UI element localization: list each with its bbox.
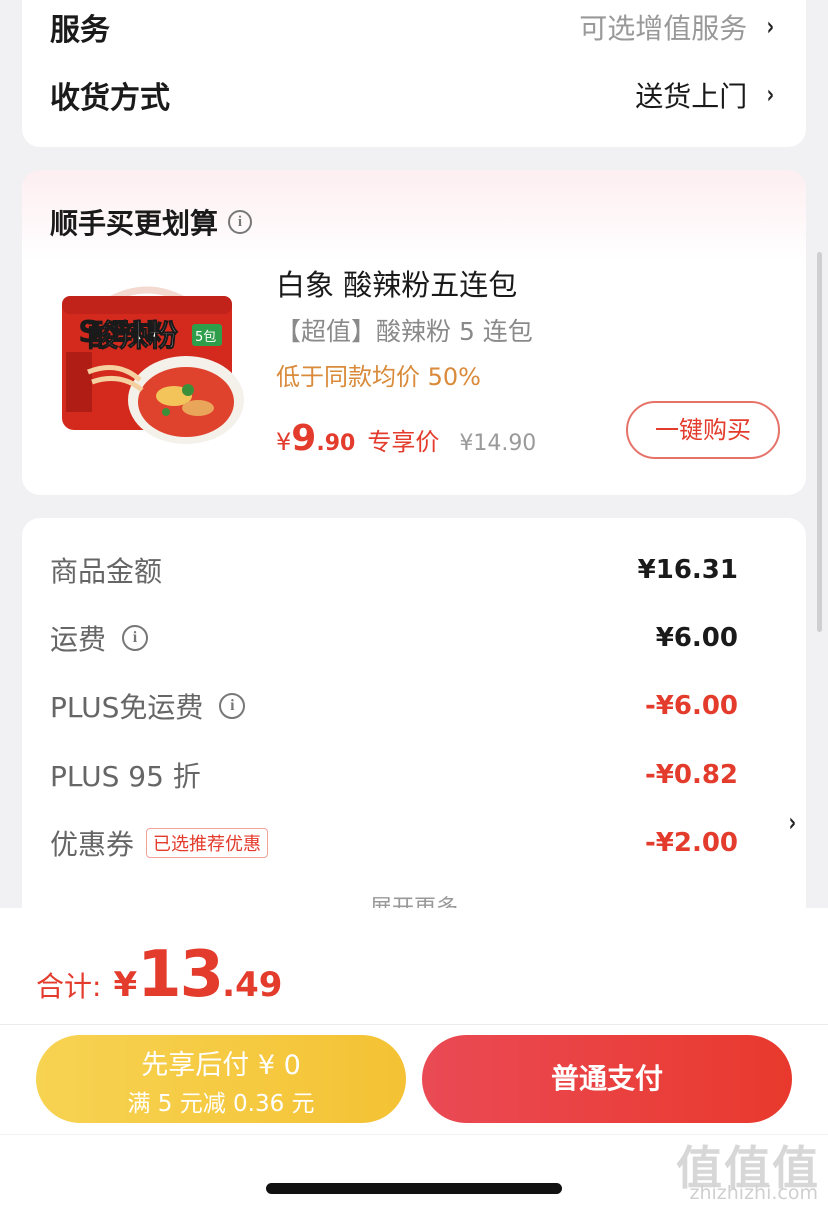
plus-free-shipping-value: -¥6.00 [644,691,738,721]
info-icon[interactable]: i [219,693,246,719]
service-row[interactable]: 服务 可选增值服务 › [50,2,776,52]
addon-title-text: 顺手买更划算 [50,207,219,240]
plus-free-shipping-row: PLUS免运费 i -¥6.00 [50,684,738,728]
shipping-fee-label-text: 运费 [50,623,107,656]
delivery-method-value-text: 送货上门 [635,80,748,113]
watermark-url: zhizhizhi.com [689,1182,818,1204]
price-currency: ¥ [276,428,292,456]
exclusive-price-tag: 专享价 [367,428,440,456]
shipping-fee-value: ¥6.00 [655,623,738,653]
service-label: 服务 [50,13,110,48]
checkout-bar: 合计: ¥ 13 .49 先享后付 ¥ 0 满 5 元减 0.36 元 普通支付… [0,908,828,1213]
price-integer: 9 [291,418,317,459]
coupon-row[interactable]: 优惠券 已选推荐优惠 -¥2.00 [50,821,738,865]
product-promo: 低于同款均价 50% [276,363,481,391]
coupon-label: 优惠券 已选推荐优惠 [50,823,269,863]
svg-text:酸辣粉: 酸辣粉 [88,319,178,354]
goods-amount-label: 商品金额 [50,555,163,588]
svg-text:5包: 5包 [195,330,216,345]
price-decimal: .90 [316,431,356,456]
service-value: 可选增值服务 › [579,7,776,47]
normal-pay-button[interactable]: 普通支付 [422,1035,792,1123]
chevron-right-icon: › [766,80,775,110]
plus-discount-row: PLUS 95 折 -¥0.82 [50,753,738,797]
coupon-label-text: 优惠券 [50,828,135,861]
shipping-fee-row: 运费 i ¥6.00 [50,616,738,660]
product-price: ¥ 9 .90 专享价 ¥14.90 [276,418,536,459]
service-delivery-card: 服务 可选增值服务 › 收货方式 送货上门 › [22,0,806,147]
addon-card: 顺手买更划算 i S EN 酸辣粉 5包 白象 酸辣粉五连包 【超值】酸辣粉 5… [22,170,806,495]
addon-title: 顺手买更划算 i [50,202,253,242]
goods-amount-value: ¥16.31 [637,555,738,585]
delivery-method-label: 收货方式 [50,81,170,116]
delivery-method-row[interactable]: 收货方式 送货上门 › [50,70,776,120]
divider [0,1024,828,1025]
product-name[interactable]: 白象 酸辣粉五连包 [276,262,517,304]
delivery-method-value: 送货上门 › [635,75,776,115]
noodle-package-icon: S EN 酸辣粉 5包 [48,262,246,460]
total-label: 合计: [36,970,102,1003]
info-icon[interactable]: i [122,625,149,651]
pay-later-button[interactable]: 先享后付 ¥ 0 满 5 元减 0.36 元 [36,1035,406,1123]
home-indicator[interactable] [266,1183,562,1194]
info-icon[interactable]: i [228,210,253,234]
price-breakdown-card: 商品金额 ¥16.31 运费 i ¥6.00 PLUS免运费 i -¥6.00 … [22,518,806,938]
goods-amount-row: 商品金额 ¥16.31 [50,548,738,592]
chevron-right-icon: › [766,12,775,42]
plus-discount-value: -¥0.82 [644,760,738,790]
product-subtitle: 【超值】酸辣粉 5 连包 [276,317,533,346]
coupon-value: -¥2.00 [644,828,738,858]
plus-discount-label: PLUS 95 折 [50,760,201,793]
chevron-right-icon[interactable]: › [789,808,797,838]
shipping-fee-label: 运费 i [50,618,149,658]
pay-later-subtitle: 满 5 元减 0.36 元 [127,1091,315,1117]
order-total: 合计: ¥ 13 .49 [36,938,282,1012]
original-price: ¥14.90 [459,431,537,456]
recommended-coupon-badge: 已选推荐优惠 [146,828,269,858]
scrollbar[interactable] [817,252,822,632]
total-currency: ¥ [113,965,138,1005]
product-image[interactable]: S EN 酸辣粉 5包 [48,262,246,460]
plus-free-shipping-label-text: PLUS免运费 [50,691,204,724]
pay-later-title: 先享后付 ¥ 0 [141,1050,301,1081]
plus-free-shipping-label: PLUS免运费 i [50,686,246,726]
service-value-text: 可选增值服务 [579,12,748,45]
total-decimal: .49 [222,965,283,1005]
one-click-buy-button[interactable]: 一键购买 [626,401,780,459]
total-integer: 13 [137,938,224,1012]
